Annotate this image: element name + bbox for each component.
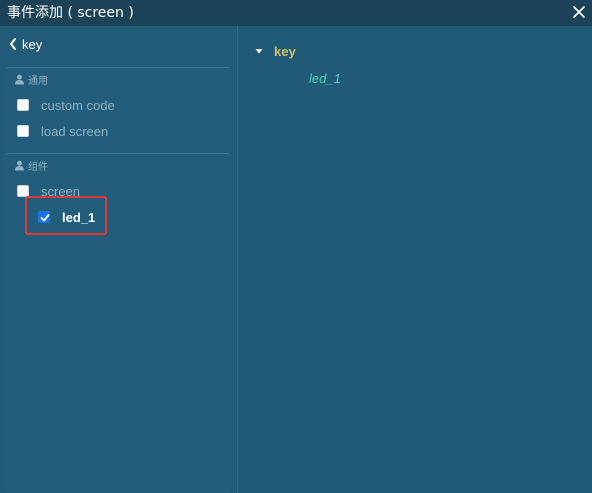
tree-leaf-led-1[interactable]: led_1 — [309, 71, 341, 86]
caret-down-icon[interactable] — [255, 47, 263, 55]
user-icon — [15, 74, 24, 84]
section-general: 通用 custom code load screen — [4, 67, 232, 152]
event-tree-panel: key led_1 — [238, 26, 592, 493]
selection-highlight — [25, 196, 107, 235]
close-icon[interactable] — [571, 4, 587, 20]
section-title: 通用 — [28, 75, 48, 87]
option-load-screen[interactable]: load screen — [17, 122, 108, 140]
checkbox[interactable] — [17, 125, 29, 137]
section-header: 通用 — [14, 72, 48, 87]
section-title: 组件 — [28, 161, 48, 173]
title-bar: 事件添加 ( screen ) — [0, 0, 592, 26]
section-header: 组件 — [14, 158, 48, 173]
tree-node-label: key — [274, 43, 296, 59]
tree-node-key[interactable]: key — [255, 43, 296, 59]
option-custom-code[interactable]: custom code — [17, 96, 115, 114]
option-label: custom code — [41, 97, 115, 113]
event-add-dialog: 事件添加 ( screen ) key 通用 custom code load … — [0, 0, 592, 493]
option-label: load screen — [41, 123, 109, 139]
dialog-title: 事件添加 ( screen ) — [7, 5, 134, 21]
back-button[interactable]: key — [8, 35, 42, 53]
chevron-left-icon — [10, 38, 16, 50]
checkbox[interactable] — [17, 99, 29, 111]
event-source-panel: key 通用 custom code load screen 组件 screen… — [0, 26, 238, 493]
user-icon — [15, 160, 24, 170]
back-label: key — [22, 36, 43, 52]
